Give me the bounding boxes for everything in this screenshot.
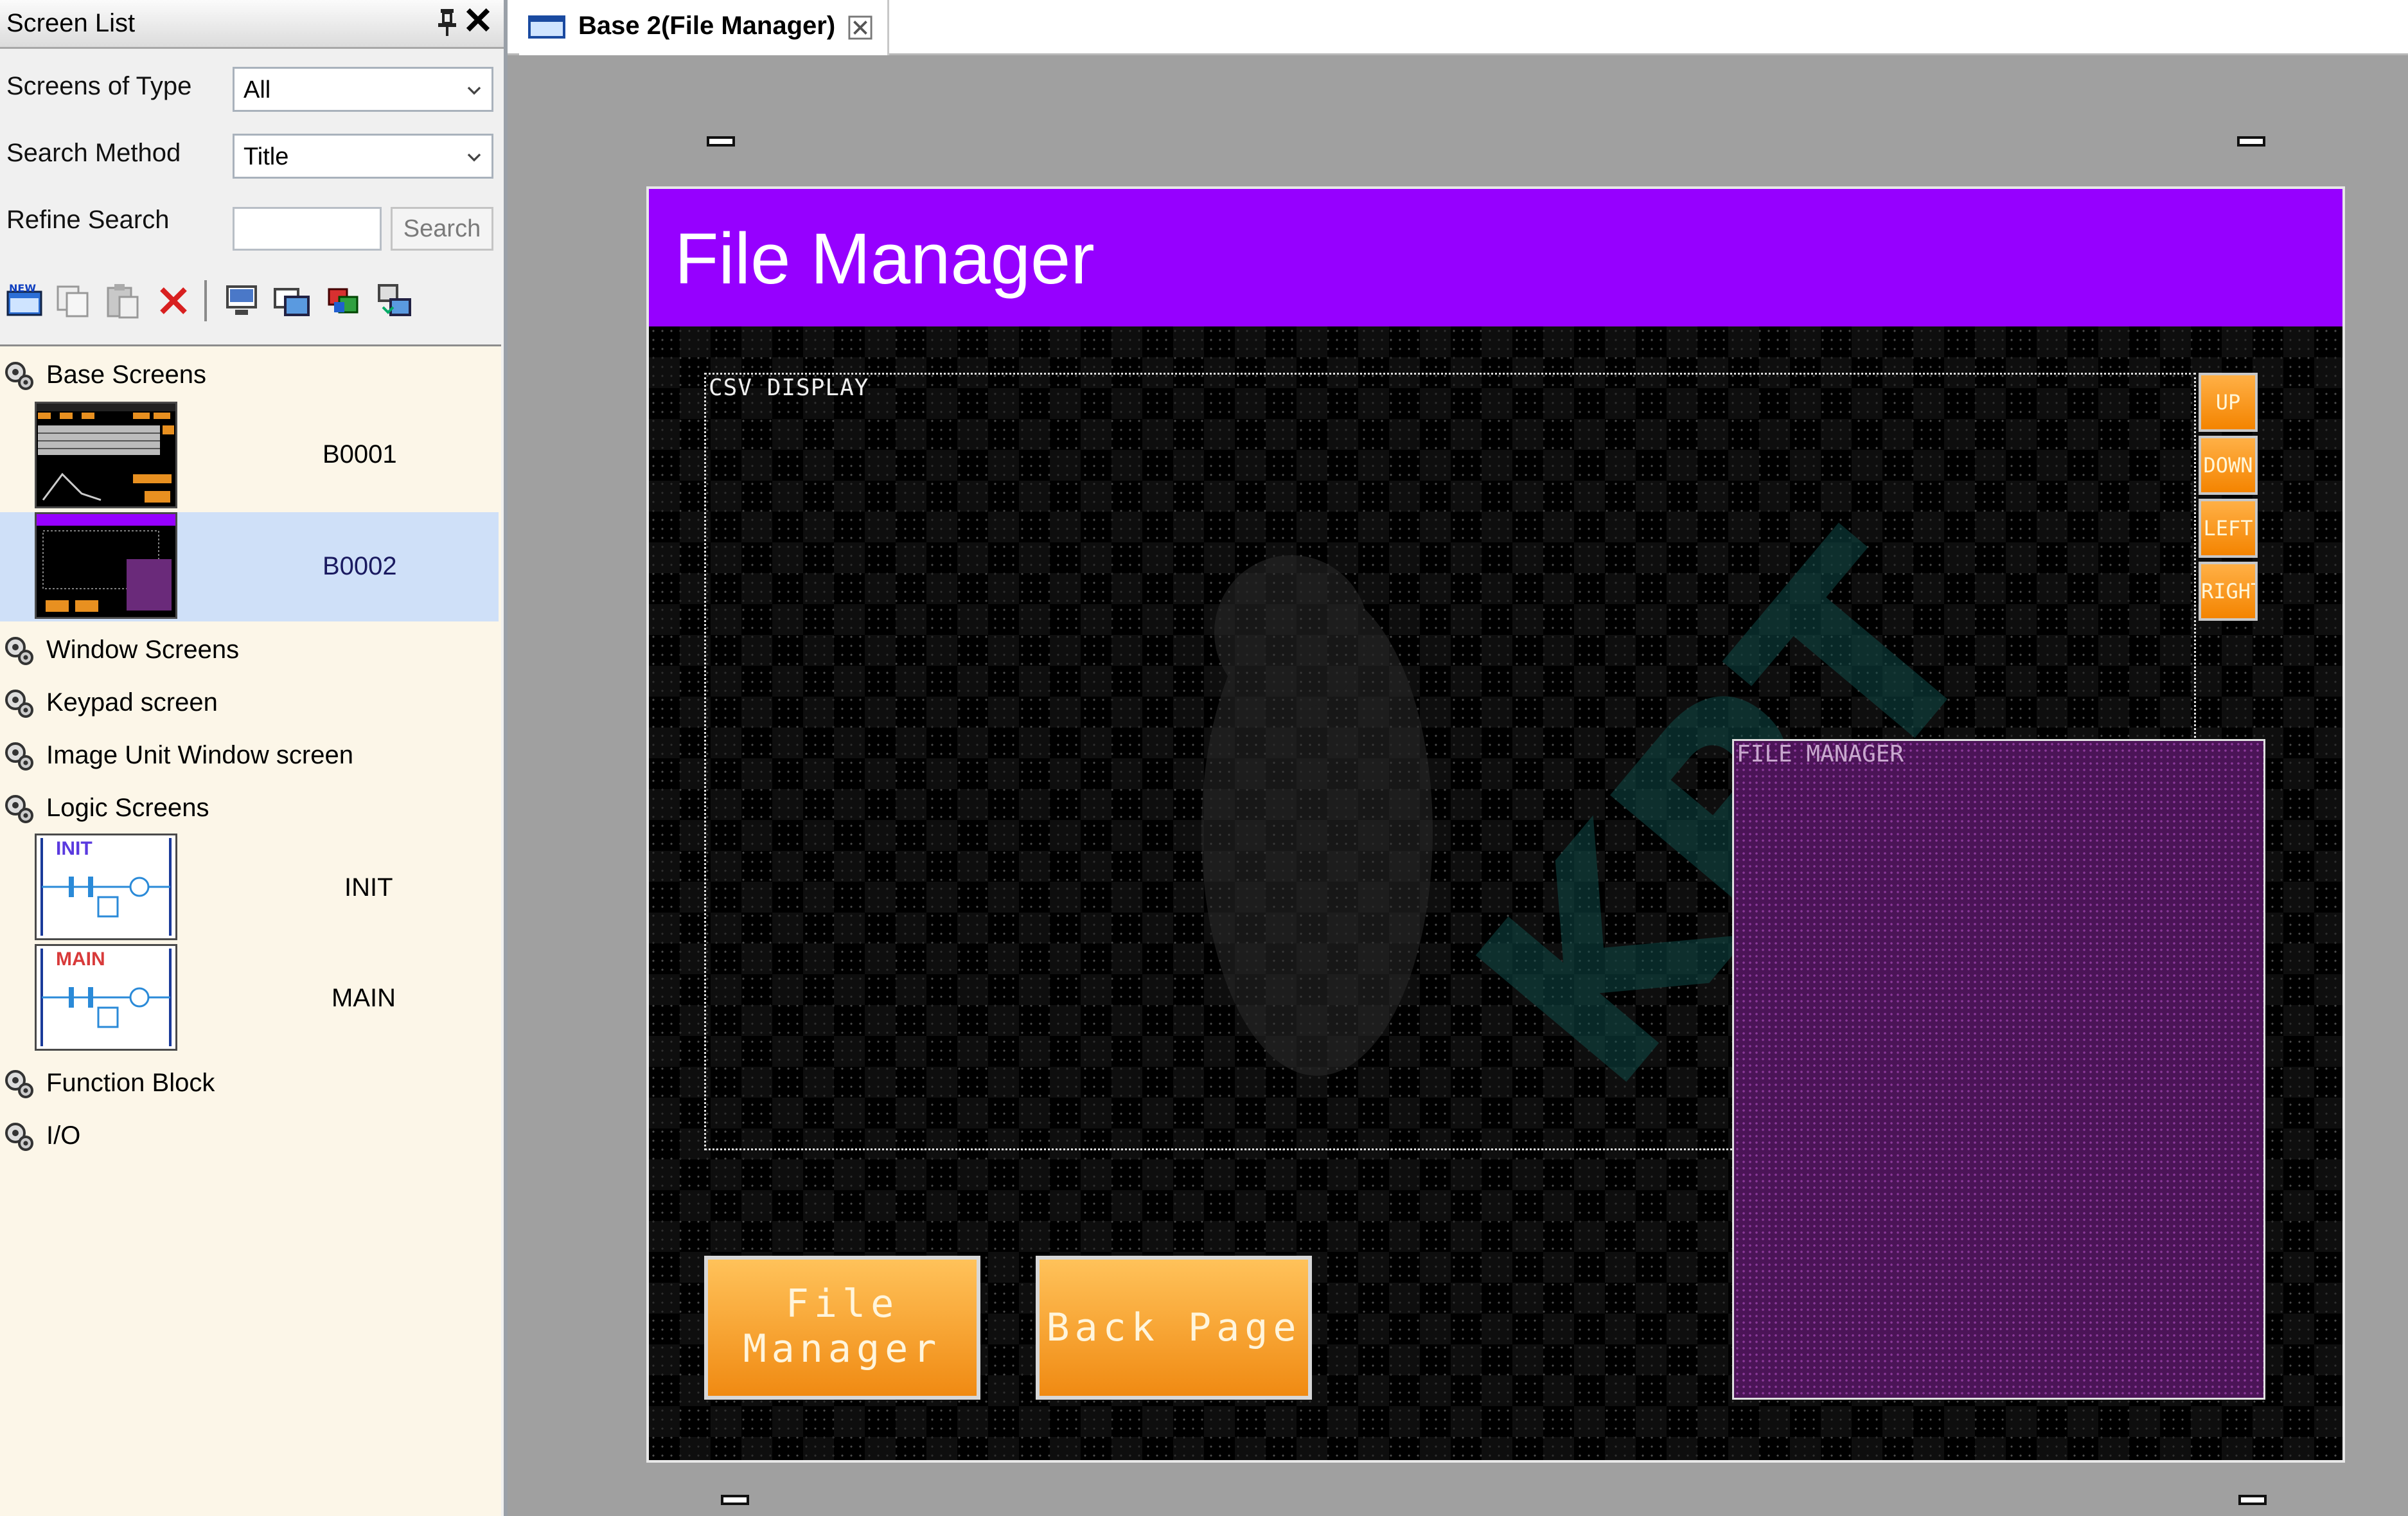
csv-display-label: CSV DISPLAY xyxy=(709,375,869,401)
tree-label: Logic Screens xyxy=(46,794,209,822)
hmi-screen-canvas[interactable]: KPT File Manager CSV DISPLAY UP DOWN LEF… xyxy=(646,186,2345,1463)
gear-icon xyxy=(5,362,33,390)
resize-handle[interactable] xyxy=(2237,136,2265,147)
tree-image-unit-window[interactable]: Image Unit Window screen xyxy=(0,732,501,777)
screens-of-type-label: Screens of Type xyxy=(6,72,192,100)
tree-function-block[interactable]: Function Block xyxy=(0,1060,501,1105)
gear-icon xyxy=(5,1123,33,1151)
button-line: File xyxy=(785,1281,899,1326)
screen-overlay-icon[interactable] xyxy=(272,281,311,320)
resize-handle[interactable] xyxy=(707,136,735,147)
tree-item-b0002[interactable]: B0002 xyxy=(0,512,499,621)
gear-icon xyxy=(5,690,33,718)
copy-icon[interactable] xyxy=(54,281,93,320)
tree-keypad-screen[interactable]: Keypad screen xyxy=(0,679,501,724)
down-button[interactable]: DOWN xyxy=(2199,436,2258,495)
search-button[interactable]: Search xyxy=(391,207,493,251)
gear-icon xyxy=(5,795,33,823)
svg-text:NEW: NEW xyxy=(9,282,36,294)
close-icon[interactable] xyxy=(464,4,492,42)
screen-icon xyxy=(528,15,565,39)
resize-handle[interactable] xyxy=(721,1495,749,1505)
screens-of-type-select[interactable]: All xyxy=(233,67,493,112)
tab-title: Base 2(File Manager) xyxy=(578,12,836,40)
tree-logic-screens[interactable]: Logic Screens xyxy=(0,785,501,830)
delete-icon[interactable] xyxy=(154,281,193,320)
left-button[interactable]: LEFT xyxy=(2199,499,2258,558)
tree-label: Base Screens xyxy=(46,361,207,389)
screens-of-type-value: All xyxy=(243,76,271,103)
screen-title: File Manager xyxy=(675,218,1095,299)
search-method-value: Title xyxy=(243,143,289,170)
right-button[interactable]: RIGHT xyxy=(2199,562,2258,621)
tree-io[interactable]: I/O xyxy=(0,1112,501,1157)
screen-transfer-icon[interactable] xyxy=(375,281,414,320)
paste-icon[interactable] xyxy=(103,281,141,320)
gear-icon xyxy=(5,742,33,771)
tree-label: Keypad screen xyxy=(46,688,218,717)
screen-list-panel: Screen List Screens of Type All Search M… xyxy=(0,0,508,1516)
up-button[interactable]: UP xyxy=(2199,373,2258,432)
screen-list-titlebar: Screen List xyxy=(0,0,504,49)
tree-label: Function Block xyxy=(46,1069,215,1097)
search-method-label: Search Method xyxy=(6,139,181,167)
file-manager-label: FILE MANAGER xyxy=(1737,741,1904,767)
b0001-thumbnail xyxy=(35,402,177,508)
close-tab-icon[interactable] xyxy=(848,15,872,40)
screen-id: INIT xyxy=(344,873,393,902)
tree-window-screens[interactable]: Window Screens xyxy=(0,627,501,672)
file-manager-frame[interactable]: FILE MANAGER xyxy=(1732,739,2265,1400)
file-manager-button[interactable]: File Manager xyxy=(704,1256,980,1400)
screen-color-icon[interactable] xyxy=(324,281,362,320)
main-thumb-label: MAIN xyxy=(56,949,105,970)
chevron-down-icon xyxy=(467,153,481,162)
screen-id: MAIN xyxy=(332,984,396,1012)
screen-list-toolbar: NEW xyxy=(0,269,504,328)
refine-search-label: Refine Search xyxy=(6,206,170,234)
search-method-select[interactable]: Title xyxy=(233,134,493,179)
screen-settings-icon[interactable] xyxy=(222,281,261,320)
tree-base-screens[interactable]: Base Screens xyxy=(0,352,501,397)
tab-base-2[interactable]: Base 2(File Manager) xyxy=(519,0,889,55)
tree-item-init[interactable]: INIT INIT xyxy=(0,834,499,943)
tree-label: Window Screens xyxy=(46,636,240,664)
screen-id: B0001 xyxy=(323,440,397,468)
main-thumbnail: MAIN xyxy=(35,944,177,1051)
new-screen-icon[interactable]: NEW xyxy=(5,281,44,320)
pin-icon[interactable] xyxy=(434,8,460,44)
button-line: Manager xyxy=(743,1326,942,1371)
tree-item-b0001[interactable]: B0001 xyxy=(0,402,499,511)
resize-handle[interactable] xyxy=(2238,1495,2267,1505)
tree-label: I/O xyxy=(46,1121,81,1150)
tree-item-main[interactable]: MAIN MAIN xyxy=(0,944,499,1053)
screen-id: B0002 xyxy=(323,552,397,580)
chevron-down-icon xyxy=(467,86,481,95)
tree-label: Image Unit Window screen xyxy=(46,741,353,769)
toolbar-separator xyxy=(204,280,207,321)
back-page-button[interactable]: Back Page xyxy=(1036,1256,1312,1400)
gear-icon xyxy=(5,1070,33,1098)
init-thumb-label: INIT xyxy=(56,838,93,859)
gear-icon xyxy=(5,637,33,665)
screen-list-title: Screen List xyxy=(6,9,136,37)
screen-tree: Base Screens B0001 B0002 Window Screens … xyxy=(0,344,501,1516)
b0002-thumbnail xyxy=(35,512,177,619)
refine-search-input[interactable] xyxy=(233,207,382,251)
init-thumbnail: INIT xyxy=(35,834,177,940)
